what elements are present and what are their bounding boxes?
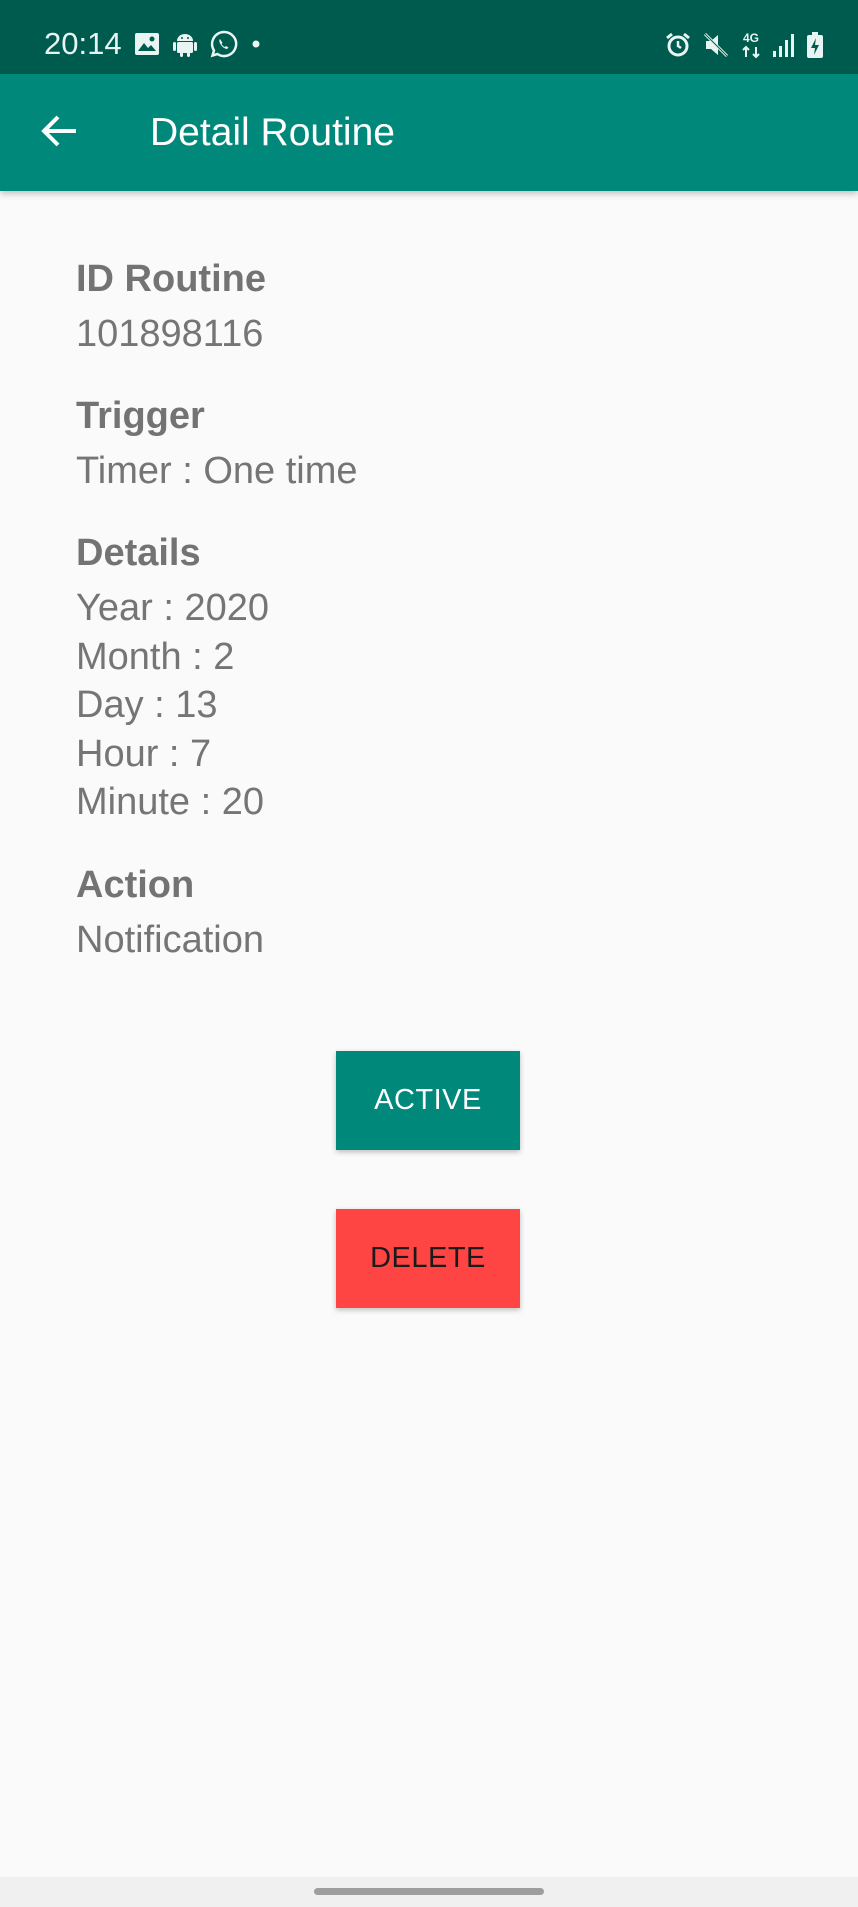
network-4g-icon: 4G <box>740 30 762 60</box>
mute-icon <box>702 31 730 59</box>
details-list: Year : 2020 Month : 2 Day : 13 Hour : 7 … <box>76 584 358 827</box>
app-bar: Detail Routine <box>0 74 858 191</box>
status-time: 20:14 <box>44 26 122 61</box>
status-bar: 20:14 4G <box>0 0 858 74</box>
id-routine-section: ID Routine 101898116 <box>76 255 358 358</box>
image-icon <box>134 32 160 56</box>
detail-month: Month : 2 <box>76 635 235 678</box>
page-title: Detail Routine <box>150 111 395 154</box>
dot-icon <box>250 38 262 50</box>
details-label: Details <box>76 532 201 574</box>
trigger-label: Trigger <box>76 395 205 437</box>
routine-details: ID Routine 101898116 Trigger Timer : One… <box>76 255 358 998</box>
action-section: Action Notification <box>76 861 358 964</box>
whatsapp-icon <box>210 30 238 58</box>
home-gesture-handle[interactable] <box>314 1888 544 1895</box>
network-label: 4G <box>743 31 759 45</box>
id-routine-value: 101898116 <box>76 313 264 355</box>
detail-hour: Hour : 7 <box>76 732 212 775</box>
detail-year: Year : 2020 <box>76 587 269 629</box>
id-routine-label: ID Routine <box>76 258 266 300</box>
active-button[interactable]: ACTIVE <box>336 1051 520 1150</box>
delete-button[interactable]: DELETE <box>336 1209 520 1308</box>
details-section: Details Year : 2020 Month : 2 Day : 13 H… <box>76 529 358 827</box>
detail-minute: Minute : 20 <box>76 781 264 823</box>
trigger-section: Trigger Timer : One time <box>76 392 358 495</box>
navigation-bar <box>0 1877 858 1907</box>
arrow-back-icon <box>40 114 78 153</box>
alarm-icon <box>664 31 692 59</box>
battery-charging-icon <box>806 31 824 59</box>
back-button[interactable] <box>30 104 88 162</box>
detail-day: Day : 13 <box>76 684 218 726</box>
trigger-value: Timer : One time <box>76 450 358 492</box>
android-icon <box>172 30 198 58</box>
status-system-icons: 4G <box>664 30 824 60</box>
status-notification-icons <box>134 30 262 58</box>
action-label: Action <box>76 863 195 906</box>
signal-icon <box>772 32 796 58</box>
action-value: Notification <box>76 918 264 961</box>
screen: 20:14 4G Detail Routine ID Routine 10189… <box>0 0 858 1907</box>
